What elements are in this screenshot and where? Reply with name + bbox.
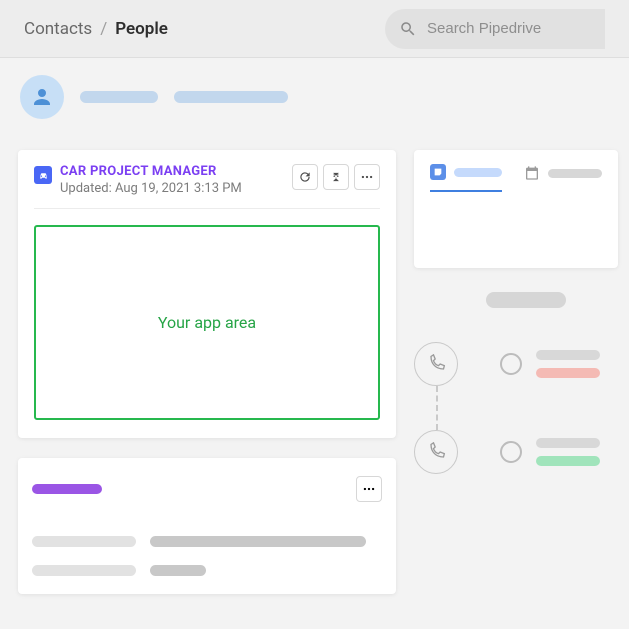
refresh-button[interactable] (292, 164, 318, 190)
app-area-label: Your app area (158, 313, 256, 332)
tab-activity[interactable] (524, 164, 602, 192)
right-top-panel (414, 150, 618, 268)
timeline-status-radio[interactable] (500, 441, 522, 463)
phone-icon (426, 442, 446, 462)
timeline-row (414, 342, 618, 386)
content-area: CAR PROJECT MANAGER Updated: Aug 19, 202… (0, 136, 629, 614)
breadcrumb-root[interactable]: Contacts (24, 19, 92, 39)
timeline-connector (436, 386, 438, 430)
app-panel-title: CAR PROJECT MANAGER (60, 164, 242, 179)
contact-avatar[interactable] (20, 75, 64, 119)
more-button[interactable] (354, 164, 380, 190)
collapse-button[interactable] (323, 164, 349, 190)
refresh-icon (298, 170, 312, 184)
timeline-text-placeholder (536, 438, 600, 448)
more-horizontal-icon (362, 482, 376, 496)
panel-header: CAR PROJECT MANAGER Updated: Aug 19, 202… (34, 164, 380, 196)
breadcrumb-current[interactable]: People (115, 19, 168, 39)
field-value-placeholder (150, 536, 366, 547)
secondary-panel (18, 458, 396, 594)
breadcrumb-separator: / (100, 19, 107, 39)
car-icon (38, 170, 49, 181)
field-label-placeholder (32, 565, 136, 576)
tab-label-placeholder (548, 169, 602, 178)
app-area[interactable]: Your app area (34, 225, 380, 420)
timeline-call-icon[interactable] (414, 342, 458, 386)
search-input[interactable] (427, 20, 577, 37)
secondary-more-button[interactable] (356, 476, 382, 502)
note-icon (430, 164, 446, 180)
search-icon (399, 20, 417, 38)
timeline-overdue-placeholder (536, 368, 600, 378)
panel-divider (34, 208, 380, 209)
contact-name-placeholder (80, 91, 158, 103)
timeline-call-icon[interactable] (414, 430, 458, 474)
tab-row (430, 164, 602, 192)
contact-detail-placeholder (174, 91, 288, 103)
collapse-icon (329, 170, 343, 184)
tab-label-placeholder (454, 168, 502, 177)
app-panel-subtitle: Updated: Aug 19, 2021 3:13 PM (60, 181, 242, 196)
more-horizontal-icon (360, 170, 374, 184)
timeline-status-radio[interactable] (500, 353, 522, 375)
tab-notes[interactable] (430, 164, 502, 192)
top-bar: Contacts / People (0, 0, 629, 58)
right-column (414, 150, 618, 594)
app-icon (34, 166, 52, 184)
timeline-row (414, 430, 618, 474)
left-column: CAR PROJECT MANAGER Updated: Aug 19, 202… (18, 150, 396, 594)
profile-bar (0, 58, 629, 136)
timeline-text-placeholder (536, 350, 600, 360)
calendar-icon (524, 165, 540, 181)
app-panel: CAR PROJECT MANAGER Updated: Aug 19, 202… (18, 150, 396, 438)
field-label-placeholder (32, 536, 136, 547)
search-box[interactable] (385, 9, 605, 49)
field-value-placeholder (150, 565, 206, 576)
phone-icon (426, 354, 446, 374)
person-icon (30, 85, 54, 109)
timeline-done-placeholder (536, 456, 600, 466)
section-pill-placeholder (486, 292, 566, 308)
activity-timeline (414, 342, 618, 518)
secondary-title-placeholder (32, 484, 102, 494)
